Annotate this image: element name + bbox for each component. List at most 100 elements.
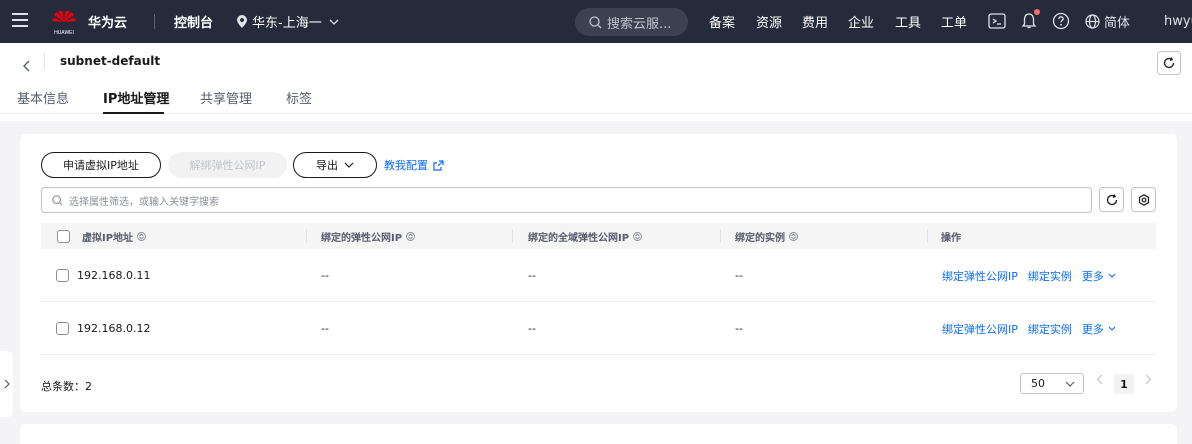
column-divider: [512, 229, 513, 243]
nav-tools[interactable]: 工具: [895, 0, 921, 43]
help-icon[interactable]: [1052, 12, 1070, 30]
sort-icon[interactable]: [406, 231, 416, 241]
refresh-button[interactable]: [1157, 51, 1181, 75]
sort-icon[interactable]: [789, 231, 798, 241]
filter-placeholder: 选择属性筛选，或输入关键字搜索: [69, 196, 219, 208]
page-size-value: 50: [1031, 377, 1045, 390]
user-menu[interactable]: hwyu: [1164, 0, 1192, 43]
menu-icon[interactable]: [12, 13, 28, 29]
search-icon: [52, 194, 63, 206]
language-selector[interactable]: 简体: [1085, 0, 1130, 43]
more-menu[interactable]: 更多: [1082, 321, 1116, 337]
export-label: 导出: [316, 159, 338, 172]
filter-search-input[interactable]: 选择属性筛选，或输入关键字搜索: [41, 187, 1092, 213]
nav-resources[interactable]: 资源: [756, 0, 782, 43]
sidebar-expand-button[interactable]: [0, 351, 13, 417]
search-placeholder: 搜索云服...: [607, 16, 672, 32]
instance-cell: --: [735, 322, 743, 335]
chevron-down-icon: [329, 19, 339, 25]
prev-page-button[interactable]: [1096, 374, 1103, 388]
notification-dot: [1034, 9, 1040, 15]
globe-icon: [1085, 14, 1100, 29]
header-label: 绑定的全域弹性公网IP: [528, 232, 630, 244]
external-link-icon: [433, 159, 444, 171]
header-operations: 操作: [941, 232, 961, 244]
more-label: 更多: [1081, 322, 1104, 336]
sort-icon[interactable]: [633, 231, 643, 241]
column-divider: [720, 229, 721, 243]
console-link[interactable]: 控制台: [174, 0, 213, 43]
chevron-down-icon: [1108, 273, 1116, 278]
gear-icon: [1138, 193, 1149, 206]
chevron-down-icon: [344, 162, 354, 168]
ip-cell: 192.168.0.12: [56, 302, 150, 355]
brand-name[interactable]: 华为云: [88, 0, 127, 43]
table-settings-button[interactable]: [1131, 187, 1156, 212]
global-eip-cell: --: [528, 322, 536, 335]
region-label: 华东-上海一: [252, 16, 322, 31]
eip-cell: --: [321, 269, 329, 282]
chevron-down-icon: [1065, 381, 1075, 387]
tab-sharing[interactable]: 共享管理: [200, 88, 252, 107]
region-selector[interactable]: 华东-上海一: [237, 0, 339, 43]
ip-value: 192.168.0.11: [77, 269, 151, 282]
refresh-icon: [1106, 193, 1117, 205]
back-button[interactable]: [22, 57, 30, 76]
table-row: 192.168.0.11 -- -- -- 绑定弹性公网IP 绑定实例 更多: [41, 249, 1156, 302]
global-search[interactable]: 搜索云服...: [575, 8, 688, 36]
header-label: 虚拟IP地址: [82, 232, 134, 244]
tab-ip-management[interactable]: IP地址管理: [103, 88, 169, 107]
huawei-logo[interactable]: HUAWEI: [50, 7, 78, 37]
unbind-eip-button[interactable]: 解绑弹性公网IP: [168, 152, 287, 178]
header-instance[interactable]: 绑定的实例: [735, 223, 798, 249]
chevron-right-icon: [1145, 374, 1152, 385]
bind-eip-link[interactable]: 绑定弹性公网IP: [942, 321, 1018, 337]
instance-cell: --: [735, 269, 743, 282]
chevron-right-icon: [4, 379, 10, 389]
top-navbar: HUAWEI 华为云 控制台 华东-上海一 搜索云服... 备案 资源 费用 企…: [0, 0, 1192, 43]
chevron-left-icon: [23, 60, 30, 72]
header-global-eip[interactable]: 绑定的全域弹性公网IP: [528, 223, 643, 249]
more-menu[interactable]: 更多: [1082, 268, 1116, 284]
header-eip[interactable]: 绑定的弹性公网IP: [321, 223, 416, 249]
tab-bar: 基本信息 IP地址管理 共享管理 标签: [0, 83, 1192, 114]
next-page-button[interactable]: [1145, 374, 1152, 388]
divider: [44, 53, 45, 69]
bind-instance-link[interactable]: 绑定实例: [1028, 321, 1072, 337]
active-tab-indicator: [103, 112, 164, 114]
page-title: subnet-default: [60, 54, 161, 68]
page-header: subnet-default 基本信息 IP地址管理 共享管理 标签: [0, 43, 1192, 121]
nav-beian[interactable]: 备案: [709, 0, 735, 43]
location-pin-icon: [237, 15, 247, 28]
search-icon: [589, 15, 602, 28]
table-refresh-button[interactable]: [1099, 187, 1124, 212]
bind-instance-link[interactable]: 绑定实例: [1028, 268, 1072, 284]
guide-label: 教我配置: [384, 159, 428, 172]
guide-link[interactable]: 教我配置: [384, 157, 444, 173]
row-checkbox[interactable]: [56, 269, 69, 282]
header-label: 绑定的弹性公网IP: [321, 232, 403, 244]
refresh-icon: [1163, 57, 1175, 69]
sort-icon[interactable]: [137, 231, 147, 241]
page-size-select[interactable]: 50: [1020, 373, 1084, 394]
row-checkbox[interactable]: [56, 322, 69, 335]
current-page[interactable]: 1: [1114, 374, 1134, 394]
operations-cell: 绑定弹性公网IP 绑定实例 更多: [942, 302, 1116, 355]
svg-text:HUAWEI: HUAWEI: [54, 30, 74, 36]
apply-virtual-ip-button[interactable]: 申请虚拟IP地址: [41, 152, 161, 178]
tab-tags[interactable]: 标签: [286, 88, 312, 107]
ip-value: 192.168.0.12: [77, 322, 151, 335]
language-label: 简体: [1104, 16, 1131, 31]
terminal-icon[interactable]: [988, 12, 1006, 30]
next-section-card: [20, 424, 1177, 444]
export-button[interactable]: 导出: [293, 152, 377, 178]
select-all-checkbox[interactable]: [57, 229, 70, 243]
tab-basic-info[interactable]: 基本信息: [17, 88, 69, 107]
nav-enterprise[interactable]: 企业: [848, 0, 874, 43]
ip-cell: 192.168.0.11: [56, 249, 150, 302]
header-ip[interactable]: 虚拟IP地址: [57, 223, 147, 249]
total-value: 2: [85, 380, 92, 393]
nav-tickets[interactable]: 工单: [941, 0, 967, 43]
bind-eip-link[interactable]: 绑定弹性公网IP: [942, 268, 1018, 284]
nav-billing[interactable]: 费用: [802, 0, 828, 43]
